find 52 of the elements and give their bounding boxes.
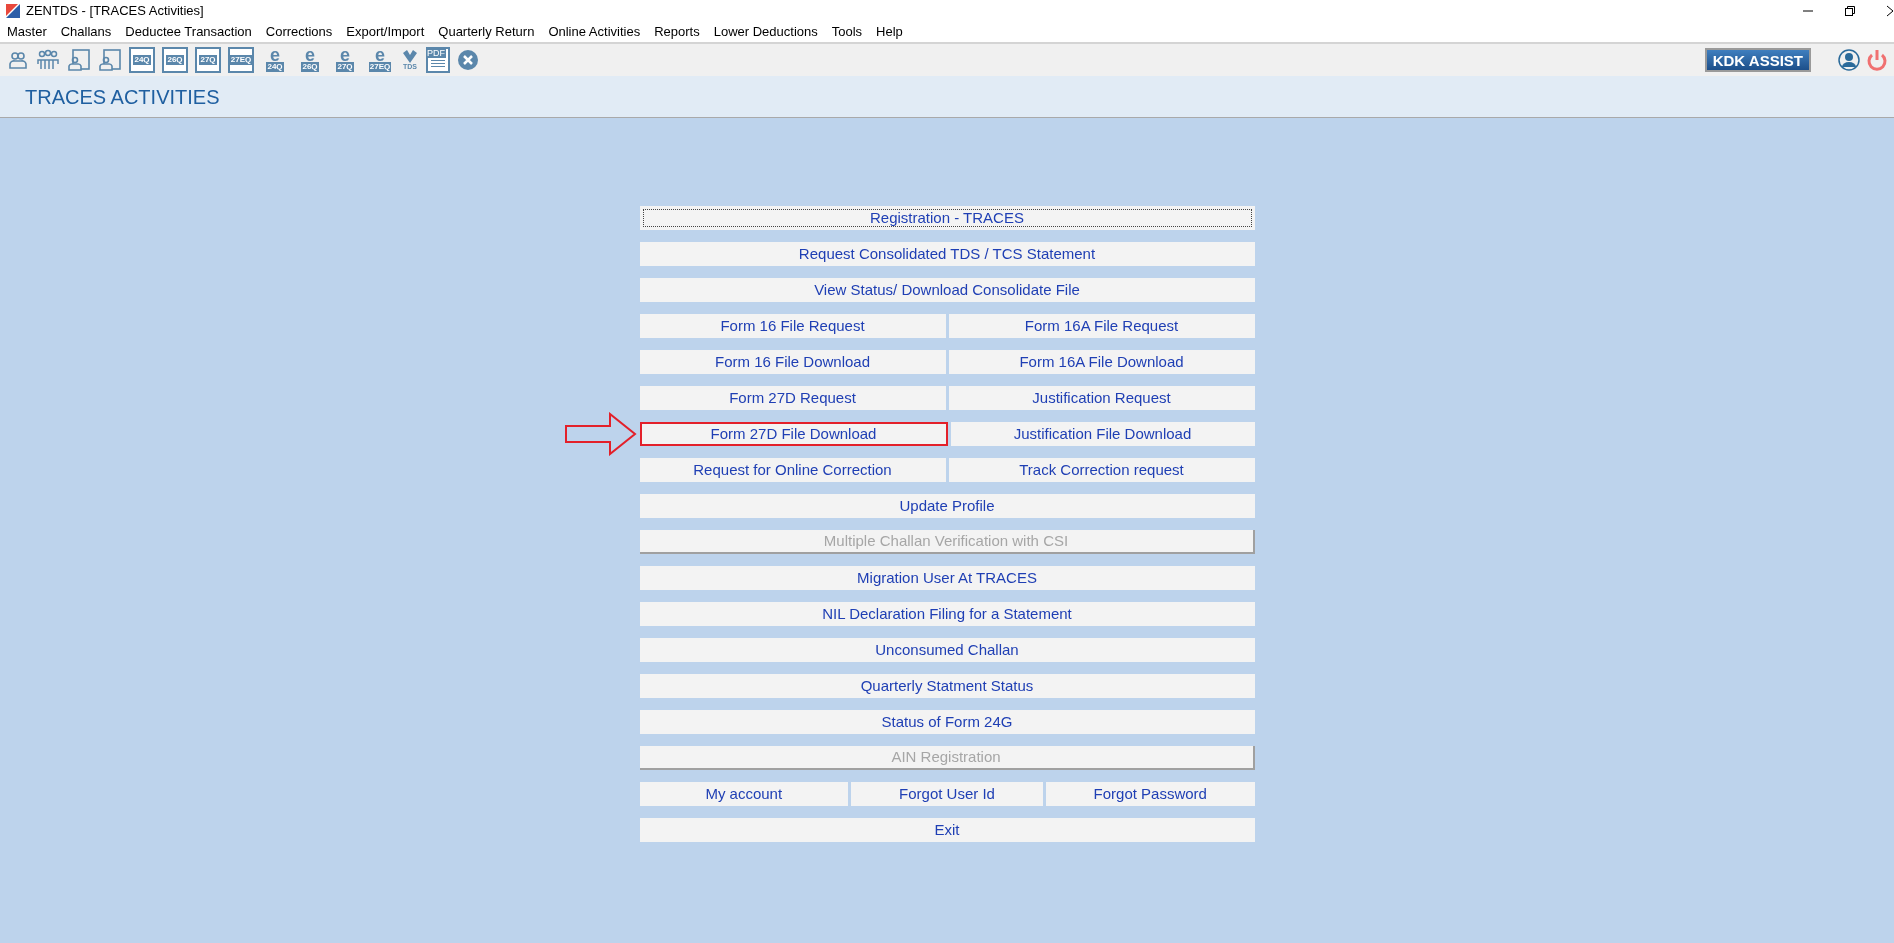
activity-button[interactable]: Track Correction request (948, 458, 1255, 482)
activity-button[interactable]: Forgot User Id (851, 782, 1043, 806)
activity-button[interactable]: My account (639, 782, 848, 806)
activity-button[interactable]: Update Profile (639, 494, 1255, 518)
activity-button[interactable]: Forgot Password (1046, 782, 1255, 806)
activity-button[interactable]: Form 16A File Download (948, 350, 1255, 374)
menu-item[interactable]: Challans (60, 22, 112, 42)
activity-button[interactable]: Request Consolidated TDS / TCS Statement (639, 242, 1255, 266)
menu-item[interactable]: Online Activities (548, 22, 641, 42)
menu-item[interactable]: Help (876, 22, 903, 42)
close-window-icon[interactable] (1886, 5, 1894, 17)
app-logo-icon (6, 4, 20, 18)
menu-item[interactable]: Quarterly Return (438, 22, 535, 42)
window-title: ZENTDS - [TRACES Activities] (26, 2, 204, 21)
people-icon[interactable] (36, 48, 60, 72)
activity-button[interactable]: Exit (639, 818, 1255, 842)
person-icon[interactable] (7, 49, 29, 71)
menu-item[interactable]: Master (7, 22, 47, 42)
contact-card-icon[interactable] (67, 48, 91, 72)
menu-item[interactable]: Reports (654, 22, 700, 42)
user-profile-icon[interactable] (1838, 49, 1860, 71)
menu-item[interactable]: Export/Import (346, 22, 425, 42)
form-icon[interactable]: 26Q (162, 47, 188, 73)
activity-button[interactable]: Justification File Download (950, 422, 1255, 446)
activity-button[interactable]: Migration User At TRACES (639, 566, 1255, 590)
activity-button[interactable]: Form 27D File Download (639, 422, 948, 446)
form-icon[interactable]: 24Q (129, 47, 155, 73)
activity-button[interactable]: View Status/ Download Consolidate File (639, 278, 1255, 302)
activity-button[interactable]: Form 16 File Request (639, 314, 946, 338)
form-icon[interactable]: 27Q (195, 47, 221, 73)
activity-button[interactable]: Unconsumed Challan (639, 638, 1255, 662)
menu-item[interactable]: Deductee Transaction (125, 22, 252, 42)
activity-button[interactable]: Justification Request (948, 386, 1255, 410)
activity-button[interactable]: Request for Online Correction (639, 458, 946, 482)
form-icon[interactable]: 27EQ (228, 47, 254, 73)
pdf-document-icon[interactable]: PDF (426, 47, 450, 73)
restore-icon[interactable] (1844, 5, 1856, 17)
close-icon[interactable] (457, 49, 479, 71)
activity-button[interactable]: NIL Declaration Filing for a Statement (639, 602, 1255, 626)
menu-item[interactable]: Lower Deductions (713, 22, 818, 42)
power-icon[interactable] (1867, 49, 1887, 71)
activity-button[interactable]: Registration - TRACES (639, 206, 1255, 230)
activity-button[interactable]: Status of Form 24G (639, 710, 1255, 734)
page-title: TRACES ACTIVITIES (25, 84, 220, 110)
menu-item[interactable]: Corrections (265, 22, 333, 42)
activity-button[interactable]: Form 16A File Request (948, 314, 1255, 338)
activity-button[interactable]: Form 16 File Download (639, 350, 946, 374)
contact-card-icon[interactable] (98, 48, 122, 72)
assist-button[interactable]: KDK ASSIST (1704, 48, 1811, 72)
activity-button[interactable]: Quarterly Statment Status (639, 674, 1255, 698)
menu-item[interactable]: Tools (831, 22, 863, 42)
activity-button[interactable]: Form 27D Request (639, 386, 946, 410)
